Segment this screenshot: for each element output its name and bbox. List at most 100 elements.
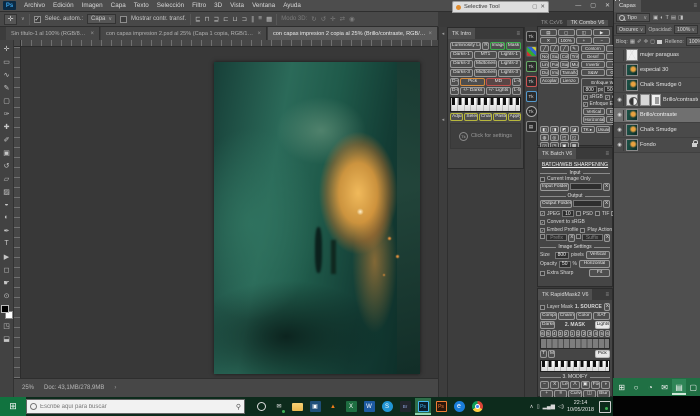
lights-side-button[interactable]: Lights xyxy=(595,321,610,329)
menu-item[interactable]: 3D xyxy=(214,2,222,9)
pick-source-button[interactable]: Pick xyxy=(595,350,610,358)
composite-button[interactable]: Composite xyxy=(540,312,557,320)
invert-button[interactable]: X xyxy=(550,381,559,389)
filter-pixel-icon[interactable]: ▣ xyxy=(653,15,658,21)
rgb-button[interactable]: R xyxy=(482,42,488,50)
super-button[interactable]: Super xyxy=(560,61,569,68)
layer-row[interactable]: ◉ Fondo xyxy=(614,138,700,153)
restore-button[interactable]: ▢ xyxy=(590,2,596,9)
tool-preset-caret-icon[interactable]: ∨ xyxy=(21,16,25,22)
panel-menu-icon[interactable]: ≡ xyxy=(602,289,612,300)
path-selection-tool[interactable]: ▶ xyxy=(1,250,13,263)
close-tab-icon[interactable]: × xyxy=(257,31,261,37)
layer-name[interactable]: Brillo/contraste xyxy=(640,112,698,118)
photoshop-icon[interactable]: Ps xyxy=(415,398,431,415)
panel-menu-icon[interactable]: ≡ xyxy=(602,148,612,159)
close-button[interactable]: ✕ xyxy=(605,2,610,9)
excel-icon[interactable]: X xyxy=(343,398,359,415)
filter-group-icon[interactable]: ▤ xyxy=(671,15,676,21)
fuerte-button[interactable]: Fuerte xyxy=(550,61,559,68)
select-button[interactable]: Select xyxy=(464,113,477,121)
vlc-icon[interactable]: ▲ xyxy=(325,398,341,415)
opacity-value[interactable]: 100% ∨ xyxy=(674,25,698,34)
lights-3-key[interactable]: 3 xyxy=(587,330,592,337)
hand-tool[interactable]: ☛ xyxy=(1,276,13,289)
clear-prefix-button[interactable]: X xyxy=(568,234,574,242)
menu-item[interactable]: Ventana xyxy=(252,2,275,9)
filter-type-icon[interactable]: T xyxy=(666,15,669,21)
history-brush-tool[interactable]: ↺ xyxy=(1,159,13,172)
combo-icon-1[interactable]: ◧ xyxy=(540,126,549,133)
panel-menu-icon[interactable]: ≡ xyxy=(690,0,700,12)
combo-icon-7[interactable]: ◰ xyxy=(560,134,569,141)
combo-icon-5[interactable]: ◍ xyxy=(540,134,549,141)
menu-item[interactable]: Selección xyxy=(157,2,184,9)
midtones-3-button[interactable]: Midtones-3 xyxy=(474,69,497,77)
show-transform-checkbox[interactable] xyxy=(120,16,127,23)
dup-button[interactable]: Dup xyxy=(540,69,549,76)
extra-sharp-checkbox[interactable] xyxy=(540,271,545,276)
eyedropper-tool[interactable]: ✑ xyxy=(1,107,13,120)
pen-tool[interactable]: ✒ xyxy=(1,224,13,237)
lock-transparent-icon[interactable]: ▦ xyxy=(630,39,635,45)
usb-icon[interactable]: ▯ xyxy=(537,404,540,410)
healing-brush-tool[interactable]: ✚ xyxy=(1,120,13,133)
layer-row[interactable]: mujer paraguas xyxy=(614,48,700,63)
visibility-toggle[interactable] xyxy=(616,65,624,76)
layer-mask-thumbnails[interactable] xyxy=(640,94,661,106)
distribute-v-icon[interactable]: ≡ xyxy=(258,15,262,23)
current-image-only-checkbox[interactable] xyxy=(540,177,545,182)
action-center-icon[interactable] xyxy=(599,401,611,413)
horizontal-button[interactable]: Horizontal xyxy=(583,116,606,123)
adjust-button[interactable]: Adjust xyxy=(450,113,463,121)
lasso-tool[interactable]: ∿ xyxy=(1,68,13,81)
dodge-tool[interactable]: ◐ xyxy=(1,211,13,224)
layer-row[interactable]: ◉ Chalk Smudge xyxy=(614,123,700,138)
acoplar-checkbox[interactable] xyxy=(605,95,610,100)
luminosity-lock-button[interactable]: Luminosity Lock xyxy=(450,42,481,50)
luminosity-keyboard[interactable] xyxy=(450,97,521,112)
acoplar-button[interactable]: Acoplar xyxy=(540,77,559,84)
collapse-dock-icon[interactable]: ◂ xyxy=(442,31,445,37)
canvas-area[interactable] xyxy=(21,47,438,378)
channel-button[interactable]: Channel xyxy=(479,113,492,121)
m-button[interactable]: M xyxy=(548,350,555,358)
d-4-button[interactable]: D-4 xyxy=(450,78,459,86)
align-bottom-icon[interactable]: ⊐ xyxy=(242,15,247,23)
md-button[interactable]: MD xyxy=(486,78,511,86)
d-5-button[interactable]: D-5 xyxy=(450,87,459,95)
col-button[interactable]: Col xyxy=(560,53,569,60)
panel-menu-icon[interactable]: ≡ xyxy=(513,28,523,39)
visibility-toggle[interactable] xyxy=(616,80,624,91)
combo-icon-3[interactable]: ◩ xyxy=(560,126,569,133)
layer-row[interactable]: Chalk Smudge 0 xyxy=(614,78,700,93)
hidden-icons-chevron[interactable]: ∧ xyxy=(530,404,534,410)
pick-button[interactable]: Pick xyxy=(460,78,485,86)
auto-select-target-dropdown[interactable]: Capa ∨ xyxy=(87,14,116,24)
psd-checkbox[interactable] xyxy=(576,211,581,216)
word-icon[interactable]: W xyxy=(361,398,377,415)
visibility-toggle[interactable]: ◉ xyxy=(616,110,624,121)
menu-item[interactable]: Imagen xyxy=(82,2,103,9)
microphone-icon[interactable]: ⚲ xyxy=(236,403,241,411)
crop-tool[interactable]: ▢ xyxy=(1,94,13,107)
shape-tool[interactable]: ◻ xyxy=(1,263,13,276)
chrome-icon[interactable] xyxy=(469,398,485,415)
blend-mode-dropdown[interactable]: Oscurecer ∨ xyxy=(616,25,646,34)
document-image[interactable] xyxy=(214,62,420,374)
output-folder-button[interactable]: Output Folder ... xyxy=(540,200,572,208)
document-tab[interactable]: con capas impresion 2 copia al 25% (Bril… xyxy=(268,27,438,40)
close-icon[interactable]: ✕ xyxy=(540,4,545,10)
lights-2-button[interactable]: Lights-2 xyxy=(498,60,521,68)
menu-item[interactable]: Archivo xyxy=(24,2,45,9)
lights-1-key[interactable]: 1 xyxy=(576,330,581,337)
convert-srgb-checkbox[interactable] xyxy=(540,220,545,225)
quick-mask-button[interactable]: ◳ xyxy=(1,319,13,332)
network-icon[interactable]: ▂▄▆ xyxy=(543,404,555,410)
status-chevron-icon[interactable]: › xyxy=(114,385,116,391)
input-folder-field[interactable] xyxy=(570,183,602,190)
move-tool-preset[interactable]: ✛ xyxy=(4,14,17,25)
invertir-button[interactable]: Invertir xyxy=(581,61,606,68)
volume-icon[interactable]: ◁) xyxy=(558,404,564,410)
web-size-field[interactable]: 800 xyxy=(583,86,597,93)
